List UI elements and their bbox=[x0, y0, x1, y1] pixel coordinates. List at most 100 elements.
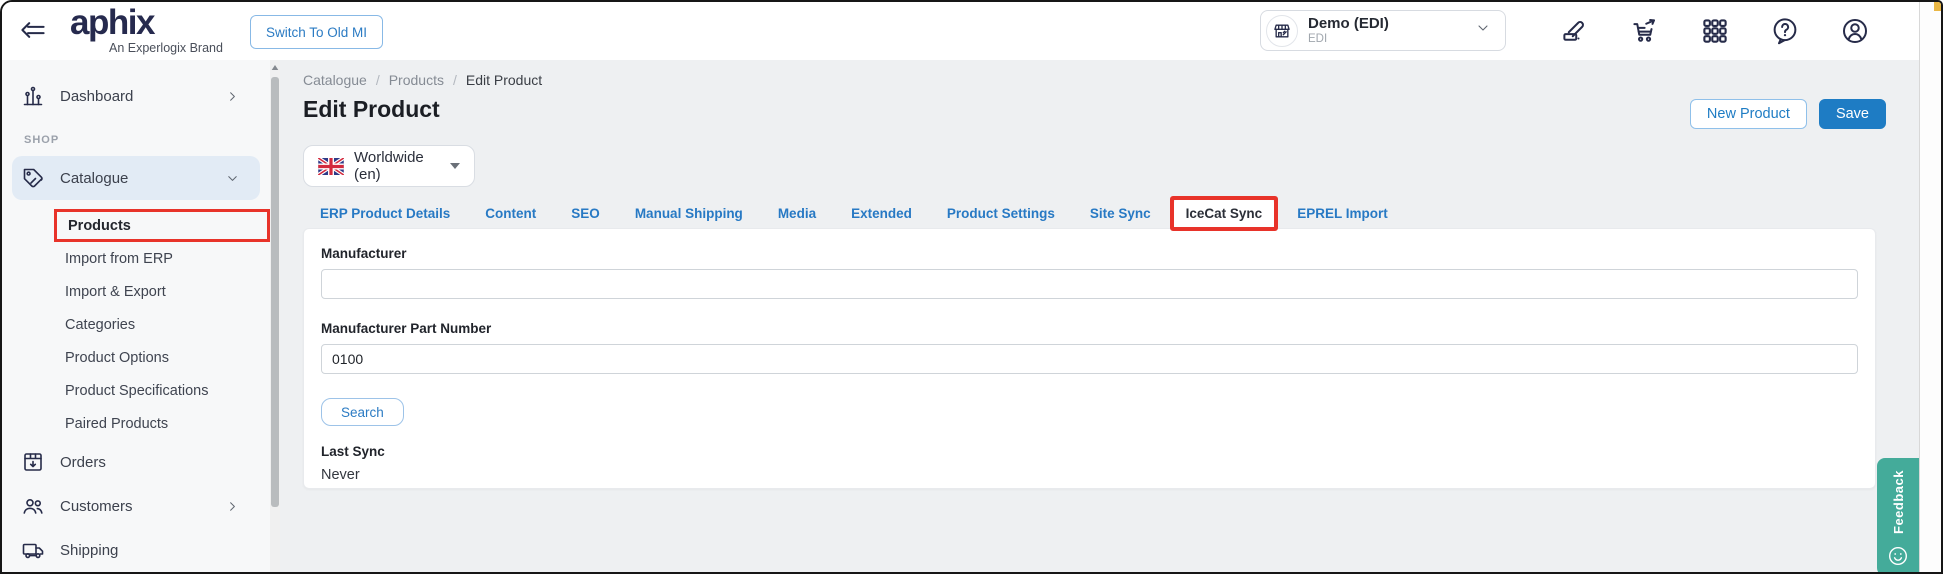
tab-erp-product-details[interactable]: ERP Product Details bbox=[320, 198, 450, 229]
sidebar-item-label: Paired Products bbox=[65, 416, 168, 432]
tab-label: Site Sync bbox=[1090, 206, 1151, 221]
breadcrumb-item[interactable]: Catalogue bbox=[303, 72, 367, 88]
tab-label: ERP Product Details bbox=[320, 206, 450, 221]
tab-site-sync[interactable]: Site Sync bbox=[1090, 198, 1151, 229]
sidebar-item-label: Product Specifications bbox=[65, 383, 208, 399]
sidebar-item-label: Import from ERP bbox=[65, 251, 173, 267]
chevron-right-icon bbox=[225, 499, 240, 514]
tab-label: Manual Shipping bbox=[635, 206, 743, 221]
tab-content[interactable]: Content bbox=[485, 198, 536, 229]
top-header: aphix An Experlogix Brand Switch To Old … bbox=[2, 2, 1919, 60]
sidebar-item-import-from-erp[interactable]: Import from ERP bbox=[2, 242, 270, 275]
sidebar-item-label: Customers bbox=[60, 498, 133, 515]
sidebar-item-catalogue[interactable]: Catalogue bbox=[12, 156, 260, 200]
collapse-sidebar-icon[interactable] bbox=[18, 15, 50, 47]
part-number-label: Manufacturer Part Number bbox=[321, 321, 1858, 336]
last-sync-label: Last Sync bbox=[321, 444, 1858, 459]
sidebar-item-paired-products[interactable]: Paired Products bbox=[2, 407, 270, 440]
language-selector[interactable]: Worldwide (en) bbox=[303, 145, 475, 187]
sidebar-item-products[interactable]: Products bbox=[54, 209, 270, 242]
tab-label: EPREL Import bbox=[1297, 206, 1388, 221]
sidebar-item-label: Products bbox=[68, 218, 131, 234]
dashboard-icon bbox=[20, 83, 46, 109]
sidebar-scrollbar-thumb[interactable] bbox=[271, 77, 279, 507]
manufacturer-label: Manufacturer bbox=[321, 246, 1858, 261]
chevron-right-icon bbox=[225, 89, 240, 104]
manufacturer-input[interactable] bbox=[321, 269, 1858, 299]
sidebar-item-label: Import & Export bbox=[65, 284, 166, 300]
breadcrumb: Catalogue / Products / Edit Product bbox=[303, 72, 542, 88]
tab-bar: ERP Product Details Content SEO Manual Ship… bbox=[320, 198, 1388, 229]
tab-media[interactable]: Media bbox=[778, 198, 816, 229]
sidebar-item-label: Orders bbox=[60, 454, 106, 471]
new-product-button[interactable]: New Product bbox=[1690, 99, 1807, 129]
sidebar-section-label: SHOP bbox=[2, 124, 270, 156]
sidebar-item-orders[interactable]: Orders bbox=[12, 440, 260, 484]
feedback-label: Feedback bbox=[1891, 470, 1906, 534]
tab-extended[interactable]: Extended bbox=[851, 198, 912, 229]
sidebar-item-label: Categories bbox=[65, 317, 135, 333]
tab-label: IceCat Sync bbox=[1186, 206, 1263, 221]
customers-icon bbox=[20, 493, 46, 519]
store-name: Demo (EDI) bbox=[1308, 15, 1389, 32]
logo-subtitle: An Experlogix Brand bbox=[109, 41, 223, 55]
sidebar-item-customers[interactable]: Customers bbox=[12, 484, 260, 528]
tab-label: Extended bbox=[851, 206, 912, 221]
sidebar-item-import-export[interactable]: Import & Export bbox=[2, 275, 270, 308]
sidebar-nav: Dashboard SHOP Catalogue Products Import fro… bbox=[2, 60, 270, 572]
uk-flag-icon bbox=[318, 158, 344, 175]
part-number-input[interactable] bbox=[321, 344, 1858, 374]
sidebar-item-label: Shipping bbox=[60, 542, 118, 559]
tab-manual-shipping[interactable]: Manual Shipping bbox=[635, 198, 743, 229]
catalogue-tag-icon bbox=[20, 165, 46, 191]
sidebar-item-product-specifications[interactable]: Product Specifications bbox=[2, 374, 270, 407]
browser-scrollbar-strip[interactable] bbox=[1919, 2, 1943, 574]
sidebar-item-dashboard[interactable]: Dashboard bbox=[12, 74, 260, 118]
cart-export-icon[interactable] bbox=[1630, 16, 1660, 46]
caret-down-icon bbox=[450, 163, 460, 169]
shipping-truck-icon bbox=[20, 537, 46, 563]
sidebar-item-label: Dashboard bbox=[60, 88, 133, 105]
sidebar-item-product-options[interactable]: Product Options bbox=[2, 341, 270, 374]
save-button[interactable]: Save bbox=[1819, 99, 1886, 129]
search-button[interactable]: Search bbox=[321, 398, 404, 426]
header-icon-group bbox=[1560, 2, 1870, 60]
store-selector-text: Demo (EDI) EDI bbox=[1308, 15, 1389, 45]
account-icon[interactable] bbox=[1840, 16, 1870, 46]
sidebar-item-label: Catalogue bbox=[60, 170, 128, 187]
apps-grid-icon[interactable] bbox=[1700, 16, 1730, 46]
sidebar-scrollbar[interactable] bbox=[270, 60, 280, 572]
tab-label: Product Settings bbox=[947, 206, 1055, 221]
sidebar-item-categories[interactable]: Categories bbox=[2, 308, 270, 341]
icecat-sync-panel: Manufacturer Manufacturer Part Number Se… bbox=[303, 228, 1876, 489]
store-selector-dropdown[interactable]: Demo (EDI) EDI bbox=[1260, 10, 1506, 51]
store-code: EDI bbox=[1308, 33, 1389, 46]
scrollbar-marker bbox=[1934, 2, 1943, 11]
tab-eprel-import[interactable]: EPREL Import bbox=[1297, 198, 1388, 229]
sidebar-item-shipping[interactable]: Shipping bbox=[12, 528, 260, 572]
feedback-button[interactable]: Feedback bbox=[1877, 458, 1919, 574]
breadcrumb-item: Edit Product bbox=[466, 72, 542, 88]
page-title: Edit Product bbox=[303, 96, 440, 123]
tab-label: SEO bbox=[571, 206, 600, 221]
storefront-icon bbox=[1266, 15, 1298, 47]
help-icon[interactable] bbox=[1770, 16, 1800, 46]
smiley-icon bbox=[1886, 544, 1910, 568]
breadcrumb-separator: / bbox=[376, 72, 380, 88]
chevron-down-icon bbox=[225, 171, 240, 186]
switch-to-old-mi-button[interactable]: Switch To Old MI bbox=[250, 15, 383, 49]
chevron-down-icon bbox=[1475, 20, 1491, 41]
tab-label: Media bbox=[778, 206, 816, 221]
orders-box-icon bbox=[20, 449, 46, 475]
language-label: Worldwide (en) bbox=[354, 149, 440, 183]
scrollbar-up-arrow-icon[interactable] bbox=[270, 60, 280, 75]
tab-product-settings[interactable]: Product Settings bbox=[947, 198, 1055, 229]
last-sync-value: Never bbox=[321, 467, 1858, 483]
breadcrumb-separator: / bbox=[453, 72, 457, 88]
tab-icecat-sync[interactable]: IceCat Sync bbox=[1174, 198, 1275, 229]
tab-label: Content bbox=[485, 206, 536, 221]
theme-brush-icon[interactable] bbox=[1560, 16, 1590, 46]
breadcrumb-item[interactable]: Products bbox=[389, 72, 444, 88]
page-actions: New Product Save bbox=[1690, 99, 1886, 129]
tab-seo[interactable]: SEO bbox=[571, 198, 600, 229]
